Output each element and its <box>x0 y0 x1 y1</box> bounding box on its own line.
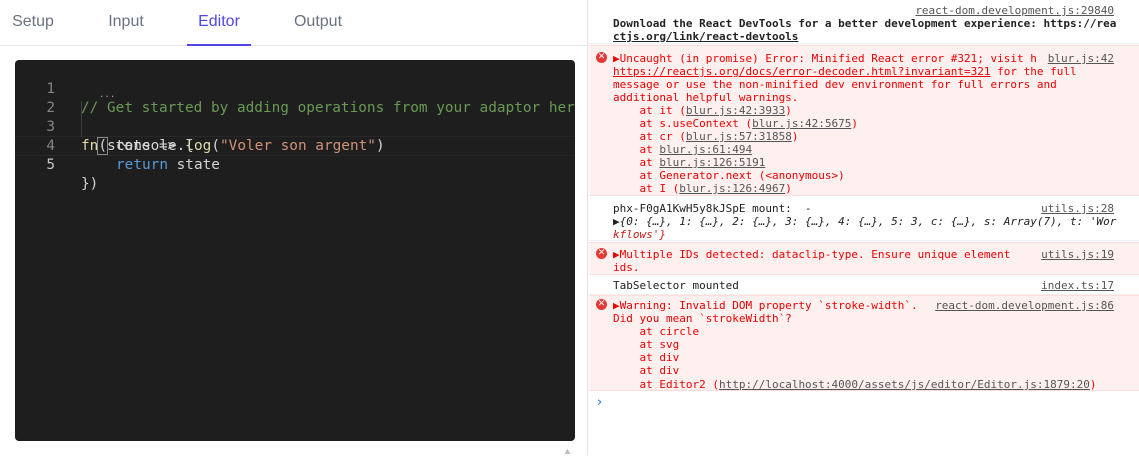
source-link[interactable]: react-dom.development.js:29840 <box>915 4 1114 17</box>
stack-text: ) <box>785 182 792 195</box>
tab-bar: Setup Input Editor Output <box>0 0 587 46</box>
stack-text: at s.useContext ( <box>613 117 753 130</box>
editor-line-3[interactable]: 3 console.log("Voler son argent") <box>15 99 575 154</box>
warning-message[interactable]: ▶Warning: Invalid DOM property `stroke-w… <box>613 299 918 312</box>
stack-text: at <box>613 143 660 156</box>
stack-link[interactable]: blur.js:42:3933 <box>686 104 785 117</box>
stack-frame: at div <box>613 364 680 377</box>
stack-text: ) <box>1089 378 1097 391</box>
tab-output[interactable]: Output <box>284 0 352 45</box>
stack-frame: at blur.js:61:494 <box>613 143 752 156</box>
left-panel: Setup Input Editor Output 1 // Get start… <box>0 0 588 456</box>
tab-input[interactable]: Input <box>93 0 159 45</box>
error-message-line: additional helpful warnings. <box>613 91 799 104</box>
source-link[interactable]: react-dom.development.js:86 <box>935 299 1114 312</box>
tab-setup[interactable]: Setup <box>0 0 66 45</box>
stack-frame: at it (blur.js:42:3933) <box>613 104 792 117</box>
stack-frame: at circle <box>613 325 700 338</box>
error-message-line: ids. <box>613 261 640 274</box>
tab-editor[interactable]: Editor <box>187 0 251 46</box>
console-message: phx-F0gA1KwH5y8kJSpE mount: - <box>613 202 812 215</box>
code-return: return state <box>116 157 220 173</box>
stack-frame: at I (blur.js:126:4967) <box>613 182 792 195</box>
stack-text: at cr ( <box>613 130 686 143</box>
console-error: ✕ blur.js:42 ▶Uncaught (in promise) Erro… <box>589 45 1139 196</box>
console-entry: react-dom.development.js:29840 Download … <box>589 0 1139 44</box>
editor-line-4[interactable]: 4 return state <box>15 118 575 173</box>
console-error: ✕ utils.js:19 ▶Multiple IDs detected: da… <box>589 242 1139 275</box>
error-icon: ✕ <box>596 299 607 310</box>
stack-text: at it ( <box>613 104 686 117</box>
object-preview-end: kflows'} <box>613 228 666 241</box>
stack-text: ) <box>785 104 792 117</box>
console-message: Download the React DevTools for a better… <box>613 17 1117 30</box>
error-message-line: message or use the non-minified dev envi… <box>613 78 1057 91</box>
devtools-link[interactable]: ctjs.org/link/react-devtools <box>613 30 798 43</box>
error-decoder-link[interactable]: https://reactjs.org/docs/error-decoder.h… <box>613 65 991 78</box>
stack-link[interactable]: blur.js:126:5191 <box>659 156 765 169</box>
stack-frame: at blur.js:126:5191 <box>613 156 765 169</box>
indent-guide <box>81 101 82 137</box>
error-text: for the full <box>990 65 1077 78</box>
stack-frame: at div <box>613 351 680 364</box>
console-error: ✕ react-dom.development.js:86 ▶Warning: … <box>589 295 1139 391</box>
error-message-line: https://reactjs.org/docs/error-decoder.h… <box>613 65 1077 78</box>
stack-frame: at Editor2 (http://localhost:4000/assets… <box>613 378 1096 391</box>
console-prompt-icon[interactable]: › <box>597 396 602 409</box>
console-entry: utils.js:28 phx-F0gA1KwH5y8kJSpE mount: … <box>589 197 1139 241</box>
stack-text: ) <box>851 117 859 130</box>
error-message[interactable]: ▶Uncaught (in promise) Error: Minified R… <box>613 52 1037 65</box>
stack-frame: at cr (blur.js:57:31858) <box>613 130 798 143</box>
stack-frame: at svg <box>613 338 680 351</box>
code-editor[interactable]: 1 // Get started by adding operations fr… <box>15 60 575 441</box>
stack-text: at Editor2 ( <box>613 378 719 391</box>
source-link[interactable]: utils.js:19 <box>1041 248 1114 261</box>
devtools-console: react-dom.development.js:29840 Download … <box>589 0 1139 455</box>
source-link[interactable]: index.ts:17 <box>1041 279 1114 292</box>
source-link[interactable]: utils.js:28 <box>1041 202 1114 215</box>
stack-frame: at s.useContext (blur.js:42:5675) <box>613 117 858 130</box>
stack-text: at I ( <box>613 182 680 195</box>
stack-link[interactable]: blur.js:126:4967 <box>679 182 785 195</box>
line-number: 5 <box>46 157 55 173</box>
stack-text: at <box>613 156 660 169</box>
source-link[interactable]: blur.js:42 <box>1048 52 1114 65</box>
error-message[interactable]: ▶Multiple IDs detected: dataclip-type. E… <box>613 248 1010 261</box>
stack-frame: at Generator.next (<anonymous>) <box>613 169 845 182</box>
stack-link[interactable]: blur.js:61:494 <box>659 143 752 156</box>
stack-link[interactable]: http://localhost:4000/assets/js/editor/E… <box>719 378 1090 391</box>
console-message: TabSelector mounted <box>613 279 739 292</box>
error-icon: ✕ <box>596 52 607 63</box>
error-icon: ✕ <box>596 248 607 259</box>
stack-link[interactable]: blur.js:57:31858 <box>686 130 792 143</box>
stack-link[interactable]: blur.js:42:5675 <box>752 117 851 130</box>
object-preview[interactable]: ▶{0: {…}, 1: {…}, 2: {…}, 3: {…}, 4: {…}… <box>613 215 1116 228</box>
editor-line-1[interactable]: 1 // Get started by adding operations fr… <box>15 61 575 116</box>
editor-line-2[interactable]: 2 fn(state => { ... <box>15 80 575 155</box>
warning-message-line: Did you mean `strokeWidth`? <box>613 312 792 325</box>
stack-text: ) <box>791 130 799 143</box>
stack-text: at Generator.next (<anonymous>) <box>613 169 845 182</box>
editor-line-5[interactable]: 5 }) <box>15 136 575 192</box>
code-close: }) <box>81 176 99 192</box>
console-entry: index.ts:17 TabSelector mounted <box>589 276 1139 295</box>
